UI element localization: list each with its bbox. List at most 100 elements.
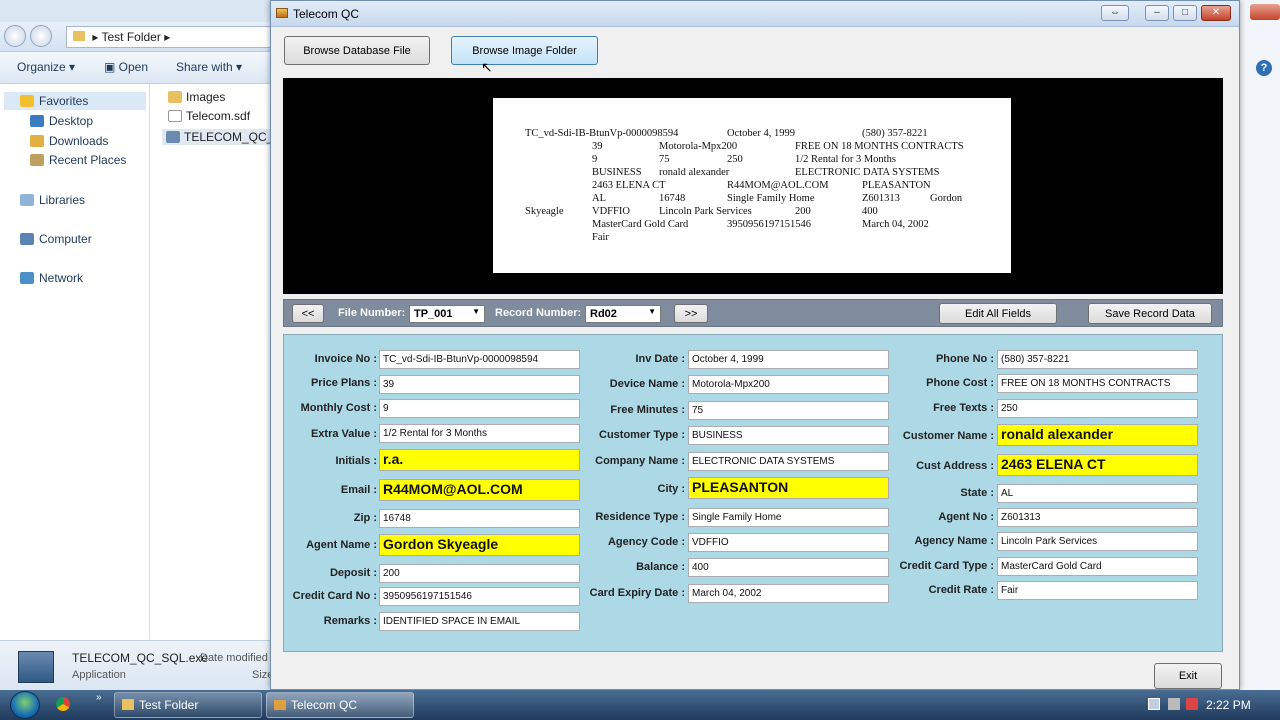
edit-all-fields-button[interactable]: Edit All Fields [939, 303, 1057, 324]
company-name-label: Company Name : [595, 455, 685, 467]
folder-icon [122, 699, 134, 710]
initials-field[interactable]: r.a. [379, 449, 580, 471]
downloads-icon [30, 135, 44, 147]
record-number-select[interactable]: Rd02 ▼ [585, 305, 661, 323]
city-field[interactable]: PLEASANTON [688, 477, 889, 499]
doc-text: MasterCard Gold Card [592, 219, 689, 230]
agent-no-field[interactable]: Z601313 [997, 508, 1198, 527]
open-icon: ▣ [104, 60, 119, 74]
dropdown-arrow-icon: ▼ [472, 307, 480, 316]
app-icon [276, 8, 288, 18]
doc-text: R44MOM@AOL.COM [727, 180, 829, 191]
doc-text: 2463 ELENA CT [592, 180, 666, 191]
monthly-cost-field[interactable]: 9 [379, 399, 580, 418]
doc-text: Lincoln Park Services [659, 206, 752, 217]
state-label: State : [960, 487, 994, 499]
price-plans-field[interactable]: 39 [379, 375, 580, 394]
recent-places-icon [30, 154, 44, 166]
credit-card-no-field[interactable]: 3950956197151546 [379, 587, 580, 606]
balance-field[interactable]: 400 [688, 558, 889, 577]
share-with-button[interactable]: Share with ▾ [176, 60, 242, 74]
free-texts-field[interactable]: 250 [997, 399, 1198, 418]
flag-icon[interactable] [1148, 698, 1160, 710]
phone-cost-field[interactable]: FREE ON 18 MONTHS CONTRACTS [997, 374, 1198, 393]
network-tray-icon[interactable] [1168, 698, 1180, 710]
agent-no-label: Agent No : [938, 511, 994, 523]
free-minutes-field[interactable]: 75 [688, 401, 889, 420]
taskbar-item-telecom-qc[interactable]: Telecom QC [266, 692, 414, 718]
telecom-qc-window: Telecom QC ⇔ – □ ✕ Browse Database File … [270, 0, 1240, 690]
nav-network[interactable]: Network [20, 271, 83, 285]
maximize-icon[interactable]: □ [1173, 5, 1197, 21]
file-item[interactable]: Images [168, 90, 225, 104]
phone-no-field[interactable]: (580) 357-8221 [997, 350, 1198, 369]
overflow-chevron-icon[interactable]: » [96, 692, 102, 703]
state-field[interactable]: AL [997, 484, 1198, 503]
doc-text: October 4, 1999 [727, 128, 795, 139]
desktop-icon [30, 115, 44, 127]
explorer-nav-pane: Favorites Desktop Downloads Recent Place… [0, 84, 150, 640]
taskbar-item-test-folder[interactable]: Test Folder [114, 692, 262, 718]
agency-code-field[interactable]: VDFFIO [688, 533, 889, 552]
start-button-icon[interactable] [10, 691, 40, 719]
invoice-no-field[interactable]: TC_vd-Sdi-IB-BtunVp-0000098594 [379, 350, 580, 369]
email-field[interactable]: R44MOM@AOL.COM [379, 479, 580, 501]
customer-type-field[interactable]: BUSINESS [688, 426, 889, 445]
volume-muted-icon[interactable] [1186, 698, 1198, 710]
cust-address-label: Cust Address : [916, 460, 994, 472]
cust-address-field[interactable]: 2463 ELENA CT [997, 454, 1198, 476]
deposit-field[interactable]: 200 [379, 564, 580, 583]
forward-button[interactable] [30, 25, 52, 47]
doc-text: 1/2 Rental for 3 Months [795, 154, 896, 165]
chrome-icon[interactable] [56, 697, 70, 711]
company-name-field[interactable]: ELECTRONIC DATA SYSTEMS [688, 452, 889, 471]
device-name-field[interactable]: Motorola-Mpx200 [688, 375, 889, 394]
residence-type-field[interactable]: Single Family Home [688, 508, 889, 527]
inv-date-label: Inv Date : [635, 353, 685, 365]
card-expiry-field[interactable]: March 04, 2002 [688, 584, 889, 603]
open-button[interactable]: ▣ Open [104, 60, 148, 74]
nav-recent-places[interactable]: Recent Places [30, 153, 126, 167]
extra-value-field[interactable]: 1/2 Rental for 3 Months [379, 424, 580, 443]
nav-downloads[interactable]: Downloads [30, 134, 108, 148]
doc-text: ELECTRONIC DATA SYSTEMS [795, 167, 940, 178]
help-icon[interactable]: ? [1256, 60, 1272, 76]
taskbar: » Test Folder Telecom QC 2:22 PM [0, 690, 1280, 720]
credit-card-type-field[interactable]: MasterCard Gold Card [997, 557, 1198, 576]
exit-button[interactable]: Exit [1154, 663, 1222, 689]
nav-libraries[interactable]: Libraries [20, 193, 85, 207]
browse-image-folder-button[interactable]: Browse Image Folder [451, 36, 598, 65]
save-record-button[interactable]: Save Record Data [1088, 303, 1212, 324]
explorer-close-icon[interactable] [1250, 4, 1280, 20]
back-button[interactable] [4, 25, 26, 47]
customer-name-field[interactable]: ronald alexander [997, 424, 1198, 446]
close-icon[interactable]: ✕ [1201, 5, 1231, 21]
customer-name-label: Customer Name : [902, 430, 994, 442]
doc-text: FREE ON 18 MONTHS CONTRACTS [795, 141, 964, 152]
nav-favorites[interactable]: Favorites [4, 92, 146, 110]
nav-desktop[interactable]: Desktop [30, 114, 93, 128]
card-expiry-label: Card Expiry Date : [589, 587, 685, 599]
details-type: Application [72, 669, 126, 681]
zip-field[interactable]: 16748 [379, 509, 580, 528]
agent-name-field[interactable]: Gordon Skyeagle [379, 534, 580, 556]
inv-date-field[interactable]: October 4, 1999 [688, 350, 889, 369]
organize-button[interactable]: Organize ▾ [17, 60, 75, 74]
address-path[interactable]: ▸ Test Folder ▸ [66, 26, 276, 48]
app-icon [274, 700, 286, 710]
free-minutes-label: Free Minutes : [610, 404, 685, 416]
remarks-field[interactable]: IDENTIFIED SPACE IN EMAIL [379, 612, 580, 631]
agency-name-field[interactable]: Lincoln Park Services [997, 532, 1198, 551]
next-record-button[interactable]: >> [674, 304, 708, 323]
restore-icon[interactable]: ⇔ [1101, 5, 1129, 21]
browse-database-button[interactable]: Browse Database File [284, 36, 430, 65]
minimize-icon[interactable]: – [1145, 5, 1169, 21]
file-number-select[interactable]: TP_001 ▼ [409, 305, 485, 323]
zip-label: Zip : [353, 512, 377, 524]
previous-record-button[interactable]: << [292, 304, 324, 323]
file-item[interactable]: Telecom.sdf [168, 109, 250, 123]
clock[interactable]: 2:22 PM [1206, 698, 1251, 712]
credit-rate-field[interactable]: Fair [997, 581, 1198, 600]
path-segment[interactable]: Test Folder [101, 30, 160, 44]
nav-computer[interactable]: Computer [20, 232, 92, 246]
